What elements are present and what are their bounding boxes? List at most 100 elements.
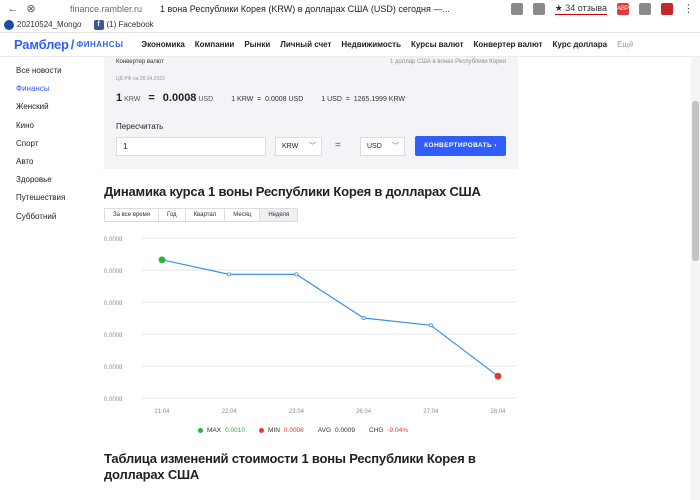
convert-button[interactable]: КОНВЕРТИРОВАТЬ ›	[415, 136, 506, 156]
chevron-down-icon: ﹀	[309, 143, 316, 150]
bookmarks-bar: 20210524_Mongo f (1) Facebook	[0, 17, 700, 33]
translate-icon[interactable]	[510, 2, 523, 15]
sidebar-item-5[interactable]: Авто	[16, 157, 65, 175]
nav-item-7[interactable]: Курс доллара	[553, 40, 608, 49]
y-tick-label: 0.0008	[104, 269, 123, 275]
browser-extensions: ★ 34 отзыва ABP ⋮	[510, 0, 700, 17]
data-point[interactable]	[158, 256, 166, 264]
equals-sign: =	[148, 92, 155, 104]
sidebar: Все новости Финансы Женский Кино Спорт Авто Зд…	[16, 66, 65, 230]
chg-value: -9.04%	[387, 427, 408, 434]
converter-summary: Конвертер валют 1 доллар США в вонах Рес…	[104, 57, 518, 118]
x-tick-label: 22.04	[222, 409, 238, 415]
x-tick-label: 28.04	[490, 409, 506, 415]
table-heading: Таблица изменений стоимости 1 воны Респу…	[104, 451, 476, 482]
rate-krw-usd: 1 KRW = 0.0008 USD	[231, 96, 304, 103]
min-value: 0.0008	[283, 427, 304, 434]
rate-row: 1 KRW = 0.0008 USD 1 KRW = 0.0008 USD 1 …	[116, 92, 405, 104]
extension-red-icon[interactable]	[661, 2, 673, 15]
y-tick-label: 0.0008	[104, 301, 123, 307]
nav-item-8[interactable]: Ещё	[617, 40, 633, 49]
amount-input[interactable]: 1	[116, 137, 266, 156]
cb-date: ЦБ РФ на 28.04.2022	[116, 76, 165, 82]
adblock-icon[interactable]: ABP	[617, 2, 629, 15]
y-tick-label: 0.0008	[104, 397, 123, 403]
converter-form: Пересчитать 1 KRW ﹀ = USD ﹀ КОНВЕРТИРОВА…	[104, 118, 518, 169]
recalculate-label: Пересчитать	[116, 122, 164, 131]
nav-item-1[interactable]: Компании	[195, 40, 235, 49]
top-navigation: Экономика Компании Рынки Личный счет Недвижи…	[141, 40, 633, 49]
bookmark-icon[interactable]	[532, 2, 545, 15]
sidebar-item-8[interactable]: Субботний	[16, 212, 65, 230]
data-point[interactable]	[494, 372, 502, 380]
y-tick-label: 0.0008	[104, 237, 123, 243]
sidebar-item-1[interactable]: Финансы	[16, 84, 65, 102]
from-currency-select[interactable]: KRW ﹀	[275, 137, 322, 156]
data-point[interactable]	[294, 272, 299, 277]
menu-dots-icon[interactable]: ⋮	[683, 2, 694, 15]
scrollbar-thumb[interactable]	[692, 101, 699, 261]
nav-item-5[interactable]: Курсы валют	[411, 40, 464, 49]
main-to-currency: USD	[198, 96, 214, 103]
data-point[interactable]	[428, 323, 433, 328]
site-info-icon[interactable]: ⊗	[22, 2, 40, 15]
sidebar-item-6[interactable]: Здоровье	[16, 175, 65, 193]
nav-item-3[interactable]: Личный счет	[280, 40, 331, 49]
min-dot-icon	[258, 428, 264, 433]
series-line	[161, 259, 499, 377]
avg-label: AVG	[317, 427, 332, 434]
y-tick-label: 0.0008	[104, 365, 123, 371]
back-arrow-icon[interactable]: ←	[4, 3, 22, 15]
main-result: 0.0008	[162, 92, 197, 104]
browser-page-title: 1 вона Республики Корея (KRW) в долларах…	[160, 3, 450, 14]
bookmark-mongo[interactable]: 20210524_Mongo	[4, 19, 82, 30]
site-header: Рамблер / ФИНАНСЫ Экономика Компании Рынки…	[0, 33, 700, 57]
to-currency-select[interactable]: USD ﹀	[360, 137, 405, 156]
nav-item-2[interactable]: Рынки	[244, 40, 270, 49]
data-point[interactable]	[227, 272, 232, 277]
period-tab-4[interactable]: Неделя	[259, 208, 299, 222]
x-tick-label: 27.04	[423, 409, 439, 415]
max-dot-icon	[198, 428, 203, 433]
chart-stats: MAX 0.0010 MIN 0.0008 AVG 0.0009 CHG -9.…	[198, 427, 408, 434]
x-tick-label: 21.04	[154, 409, 170, 415]
period-tab-1[interactable]: Год	[158, 208, 186, 222]
rate-chart-svg: 0.0008 0.0008 0.0008 0.0008 0.0008 0.0008 21.0…	[104, 237, 516, 415]
chg-label: CHG	[368, 427, 384, 434]
rate-usd-krw: 1 USD = 1265.1999 KRW	[321, 96, 405, 103]
mongo-favicon-icon	[4, 19, 14, 30]
x-tick-label: 23.04	[289, 409, 305, 415]
sidebar-item-4[interactable]: Спорт	[16, 139, 65, 157]
period-tab-2[interactable]: Квартал	[184, 208, 226, 222]
period-tab-0[interactable]: За все время	[104, 208, 159, 222]
period-tab-3[interactable]: Месяц	[224, 208, 261, 222]
nav-item-4[interactable]: Недвижимость	[341, 40, 401, 49]
avg-value: 0.0009	[335, 427, 355, 434]
x-tick-label: 26.04	[356, 409, 372, 415]
equals-sign: =	[335, 140, 341, 151]
data-point[interactable]	[361, 316, 366, 321]
address-bar[interactable]: finance.rambler.ru	[70, 4, 142, 14]
facebook-favicon-icon: f	[93, 19, 104, 30]
sidebar-item-7[interactable]: Путешествия	[16, 193, 65, 211]
sidebar-item-0[interactable]: Все новости	[16, 66, 65, 84]
sidebar-item-2[interactable]: Женский	[16, 102, 65, 120]
min-label: MIN	[267, 427, 280, 434]
main-amount: 1	[116, 92, 123, 104]
chart-heading: Динамика курса 1 воны Республики Корея в…	[104, 184, 481, 199]
nav-item-0[interactable]: Экономика	[141, 40, 184, 49]
converter-heading-right[interactable]: 1 доллар США в вонах Республики Корея	[390, 59, 506, 65]
bookmark-facebook[interactable]: f (1) Facebook	[93, 19, 154, 30]
sidebar-item-3[interactable]: Кино	[16, 121, 65, 139]
reviews-link[interactable]: ★ 34 отзыва	[554, 3, 607, 15]
extension-icon[interactable]	[639, 2, 651, 15]
browser-toolbar: ← ⊗ finance.rambler.ru 1 вона Республики…	[0, 0, 700, 17]
page-scrollbar[interactable]	[691, 57, 700, 500]
converter-heading: Конвертер валют	[116, 59, 164, 65]
rambler-logo[interactable]: Рамблер / ФИНАНСЫ	[14, 37, 123, 52]
max-label: MAX	[207, 427, 222, 434]
period-tabs: За все время Год Квартал Месяц Неделя	[104, 208, 299, 222]
main-from-currency: KRW	[124, 96, 141, 103]
nav-item-6[interactable]: Конвертер валют	[474, 40, 543, 49]
rate-chart: 0.0008 0.0008 0.0008 0.0008 0.0008 0.0008 21.0…	[104, 228, 524, 423]
